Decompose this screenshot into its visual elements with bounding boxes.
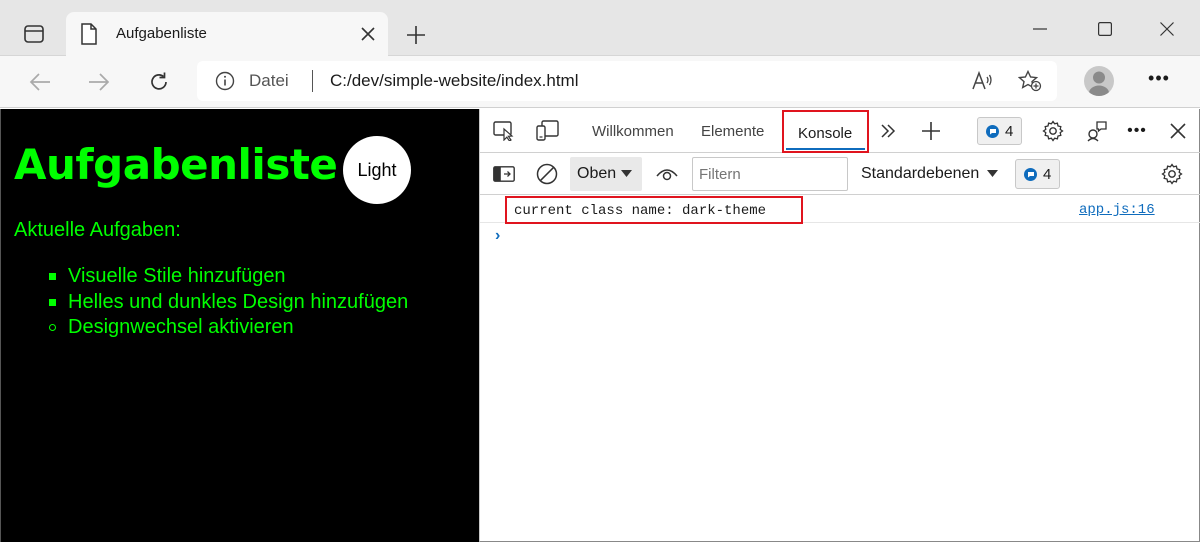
task-item: Helles und dunkles Design hinzufügen [49,290,408,316]
forward-icon[interactable] [79,62,119,102]
inspect-element-icon[interactable] [489,116,519,146]
message-icon [1024,167,1037,181]
tab-title: Aufgabenliste [116,25,207,42]
caret-down-icon [621,170,633,177]
feedback-icon[interactable] [1082,116,1112,146]
new-tab-icon[interactable] [398,17,434,53]
settings-gear-icon[interactable] [1038,116,1068,146]
url-text[interactable]: C:/dev/simple-website/index.html [330,71,578,91]
more-tabs-chevron-icon[interactable] [873,116,903,146]
open-bullet-icon [49,324,56,332]
add-tab-icon[interactable] [916,116,946,146]
tab-console[interactable]: Konsole [782,110,869,153]
info-icon[interactable] [215,71,235,96]
task-item: Designwechsel aktivieren [49,315,408,341]
more-menu-icon[interactable]: ••• [1144,68,1174,94]
log-levels-label: Standardebenen [861,165,980,182]
task-label: Helles und dunkles Design hinzufügen [68,290,409,313]
maximize-icon[interactable] [1085,14,1125,44]
url-separator [312,70,313,92]
refresh-icon[interactable] [139,62,179,102]
webpage-viewport: Aufgabenliste Light Aktuelle Aufgaben: V… [0,109,479,542]
active-tab-indicator [786,148,865,150]
show-sidebar-icon[interactable] [489,159,519,189]
context-selector[interactable]: Oben [570,157,642,191]
console-messages-count: 4 [1043,165,1052,183]
device-emulation-icon[interactable] [533,116,563,146]
caret-down-icon [987,170,999,177]
read-aloud-icon[interactable] [969,69,995,93]
console-messages-badge[interactable]: 4 [1015,159,1061,189]
profile-avatar[interactable] [1084,66,1114,96]
console-message-text: current class name: dark-theme [514,203,767,219]
done-bullet-icon [49,273,56,281]
issues-count: 4 [1005,122,1014,140]
sidebar-toggle-icon[interactable] [14,14,54,54]
tab-welcome[interactable]: Willkommen [592,123,674,140]
close-window-icon[interactable] [1147,14,1187,44]
devtools-toolbar: Willkommen Elemente Konsole 4 ••• [480,109,1200,153]
add-favorite-icon[interactable] [1017,69,1043,93]
clear-console-icon[interactable] [532,159,562,189]
console-message-highlight: current class name: dark-theme [505,196,803,224]
address-bar: Datei C:/dev/simple-website/index.html •… [0,56,1200,108]
console-message-source-link[interactable]: app.js:16 [1079,202,1155,218]
console-message-row: current class name: dark-theme app.js:16 [480,195,1200,224]
tasks-heading: Aktuelle Aufgaben: [14,219,181,241]
message-icon [986,124,999,138]
log-levels-dropdown[interactable]: Standardebenen [861,165,999,183]
url-scheme-label: Datei [249,71,289,90]
task-label: Designwechsel aktivieren [68,316,294,338]
document-icon [80,23,98,50]
task-item: Visuelle Stile hinzufügen [49,264,408,290]
close-devtools-icon[interactable] [1163,116,1193,146]
console-prompt-icon[interactable]: › [495,227,500,245]
filter-input[interactable] [692,157,848,191]
tab-elements[interactable]: Elemente [701,123,764,140]
context-selector-value: Oben [577,165,617,182]
live-expression-eye-icon[interactable] [652,159,682,189]
url-bar[interactable]: Datei C:/dev/simple-website/index.html [197,61,1057,101]
minimize-icon[interactable] [1020,14,1060,44]
close-tab-icon[interactable] [358,24,378,44]
devtools-more-icon[interactable]: ••• [1122,116,1152,146]
back-icon[interactable] [20,62,60,102]
page-title: Aufgabenliste [14,140,338,189]
browser-tab[interactable]: Aufgabenliste [66,12,388,57]
theme-toggle-button[interactable]: Light [343,136,411,204]
tab-console-label: Konsole [798,125,853,142]
console-filter-bar: Oben Standardebenen 4 [480,153,1200,195]
devtools-panel: Willkommen Elemente Konsole 4 ••• Oben F… [479,109,1200,542]
title-bar: Aufgabenliste [0,0,1200,57]
task-label: Visuelle Stile hinzufügen [68,265,286,287]
done-bullet-icon [49,298,56,306]
task-list: Visuelle Stile hinzufügen Helles und dun… [49,264,408,341]
issues-badge[interactable]: 4 [977,117,1023,145]
console-settings-gear-icon[interactable] [1157,159,1187,189]
